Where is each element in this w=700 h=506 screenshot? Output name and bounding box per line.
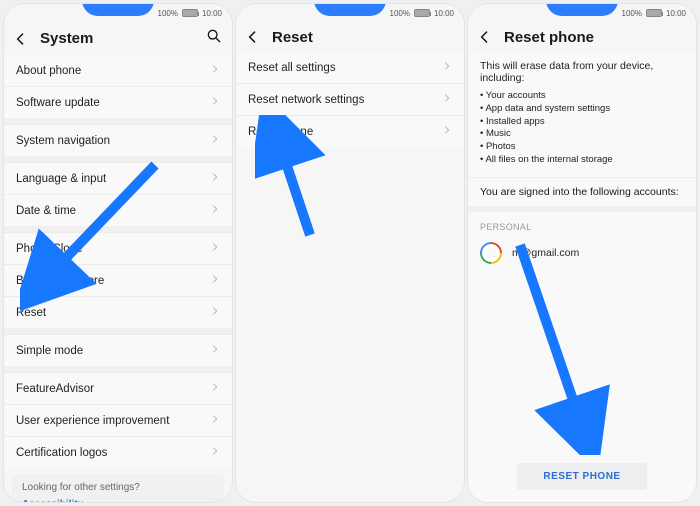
page-title: Reset xyxy=(272,29,454,46)
page-title: System xyxy=(40,30,196,47)
chevron-right-icon xyxy=(210,274,220,287)
chevron-right-icon xyxy=(210,414,220,427)
row-reset[interactable]: Reset xyxy=(4,296,232,328)
row-software-update[interactable]: Software update xyxy=(4,86,232,118)
notch xyxy=(314,4,386,16)
section-personal: PERSONAL xyxy=(468,212,696,236)
bullet-item: Photos xyxy=(480,141,684,154)
chevron-right-icon xyxy=(210,64,220,77)
header: Reset xyxy=(236,22,464,52)
bullet-item: All files on the internal storage xyxy=(480,154,684,167)
erase-info: This will erase data from your device, i… xyxy=(468,52,696,177)
row-phone-clone[interactable]: Phone Clone xyxy=(4,232,232,264)
phone-screen-reset-phone: 100% 10:00 Reset phone This will erase d… xyxy=(468,4,696,502)
chevron-right-icon xyxy=(210,204,220,217)
notch xyxy=(546,4,618,16)
row-certification-logos[interactable]: Certification logos xyxy=(4,436,232,468)
account-email: m@gmail.com xyxy=(512,247,579,259)
phone-screen-system: 100% 10:00 System About phone Software u… xyxy=(4,4,232,502)
chevron-right-icon xyxy=(210,134,220,147)
reset-phone-body: This will erase data from your device, i… xyxy=(468,52,696,502)
row-reset-phone[interactable]: Reset phone xyxy=(236,115,464,147)
phone-screen-reset: 100% 10:00 Reset Reset all settings Rese… xyxy=(236,4,464,502)
signed-in-text: You are signed into the following accoun… xyxy=(468,177,696,206)
chevron-right-icon xyxy=(210,242,220,255)
clock: 10:00 xyxy=(666,9,686,18)
chevron-right-icon xyxy=(210,382,220,395)
chevron-right-icon xyxy=(442,125,452,138)
chevron-right-icon xyxy=(210,306,220,319)
account-row[interactable]: G m@gmail.com xyxy=(468,236,696,274)
bullet-item: Installed apps xyxy=(480,116,684,129)
erase-intro: This will erase data from your device, i… xyxy=(480,60,684,84)
battery-icon xyxy=(182,9,198,17)
row-feature-advisor[interactable]: FeatureAdvisor xyxy=(4,372,232,404)
header: System xyxy=(4,22,232,55)
chevron-right-icon xyxy=(442,93,452,106)
footer-suggestions: Looking for other settings? Accessibilit… xyxy=(12,474,224,502)
footer-link-accessibility[interactable]: Accessibility xyxy=(22,499,214,502)
row-language-input[interactable]: Language & input xyxy=(4,162,232,194)
back-button[interactable] xyxy=(244,28,262,46)
row-system-navigation[interactable]: System navigation xyxy=(4,124,232,156)
row-user-experience[interactable]: User experience improvement xyxy=(4,404,232,436)
reset-list: Reset all settings Reset network setting… xyxy=(236,52,464,502)
bullet-item: Your accounts xyxy=(480,90,684,103)
row-date-time[interactable]: Date & time xyxy=(4,194,232,226)
battery-icon xyxy=(646,9,662,17)
settings-list: About phone Software update System navig… xyxy=(4,55,232,502)
battery-percent: 100% xyxy=(390,9,410,18)
back-button[interactable] xyxy=(476,28,494,46)
search-button[interactable] xyxy=(206,28,222,49)
row-reset-network-settings[interactable]: Reset network settings xyxy=(236,83,464,115)
notch xyxy=(82,4,154,16)
footer-prompt: Looking for other settings? xyxy=(22,482,214,493)
bullet-item: Music xyxy=(480,128,684,141)
back-button[interactable] xyxy=(12,30,30,48)
battery-percent: 100% xyxy=(158,9,178,18)
bullet-item: App data and system settings xyxy=(480,103,684,116)
row-simple-mode[interactable]: Simple mode xyxy=(4,334,232,366)
row-about-phone[interactable]: About phone xyxy=(4,55,232,86)
clock: 10:00 xyxy=(434,9,454,18)
header: Reset phone xyxy=(468,22,696,52)
battery-percent: 100% xyxy=(622,9,642,18)
chevron-right-icon xyxy=(210,172,220,185)
row-backup-restore[interactable]: Backup & restore xyxy=(4,264,232,296)
chevron-right-icon xyxy=(210,96,220,109)
reset-phone-button[interactable]: RESET PHONE xyxy=(517,463,646,490)
page-title: Reset phone xyxy=(504,29,686,46)
google-icon: G xyxy=(480,242,502,264)
row-reset-all-settings[interactable]: Reset all settings xyxy=(236,52,464,83)
battery-icon xyxy=(414,9,430,17)
chevron-right-icon xyxy=(210,446,220,459)
chevron-right-icon xyxy=(210,344,220,357)
chevron-right-icon xyxy=(442,61,452,74)
clock: 10:00 xyxy=(202,9,222,18)
erase-bullets: Your accounts App data and system settin… xyxy=(480,90,684,167)
